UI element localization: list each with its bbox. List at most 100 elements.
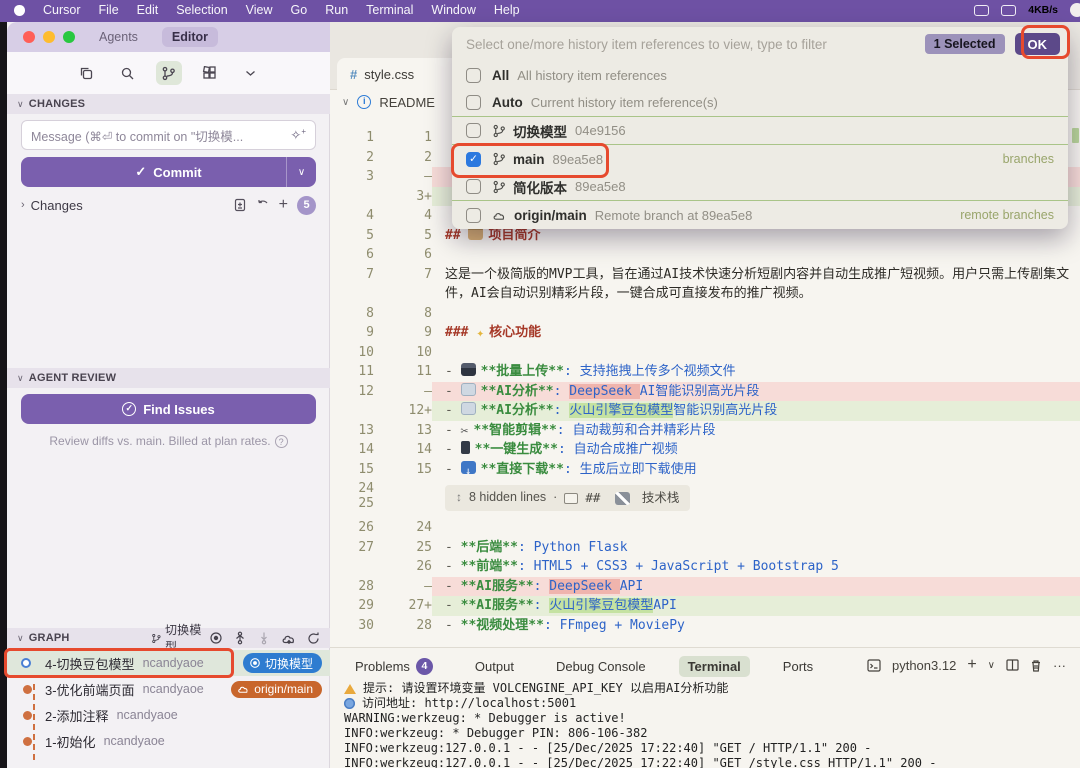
stage-all-icon[interactable]: + <box>279 197 288 213</box>
menubar-item[interactable]: Cursor <box>43 3 81 17</box>
diff-line[interactable]: 26 24 ↕ <box>330 518 1080 538</box>
diff-line[interactable]: 6 6 ↕ <box>330 245 1080 265</box>
item-checkbox[interactable]: ✓ <box>466 68 481 83</box>
quickpick-item[interactable]: ✓ origin/main Remote branch at 89ea5e8 r… <box>452 201 1068 229</box>
new-line-number: 8 <box>374 304 432 324</box>
help-icon[interactable] <box>275 435 288 448</box>
panel-tab[interactable]: Debug Console <box>547 656 655 677</box>
diff-line[interactable]: 27 25 ↕- **后端**: Python Flask <box>330 538 1080 558</box>
diff-line[interactable]: 28 — ↕- **AI服务**: DeepSeek API <box>330 577 1080 597</box>
item-description: 89ea5e8 <box>553 152 604 167</box>
diff-line[interactable]: 13 13 ↕- **智能剪辑**: 自动裁剪和合并精彩片段 <box>330 421 1080 441</box>
quickpick-filter-input[interactable]: Select one/more history item references … <box>466 37 915 52</box>
ok-button[interactable]: OK <box>1015 33 1061 55</box>
source-control-icon[interactable] <box>156 61 182 85</box>
minimize-window-button[interactable] <box>43 31 55 43</box>
item-group-label: branches <box>1003 152 1054 166</box>
diff-line[interactable]: 10 10 ↕ <box>330 343 1080 363</box>
open-changes-icon[interactable] <box>233 198 247 212</box>
shell-label[interactable]: python3.12 <box>892 658 956 673</box>
commit-row[interactable]: 2-添加注释 ncandyaoe <box>7 702 330 728</box>
terminal-output[interactable]: 提示: 请设置环境变量 VOLCENGINE_API_KEY 以启用AI分析功能… <box>344 681 936 768</box>
menubar-item[interactable]: Terminal <box>366 3 413 17</box>
panel-tab[interactable]: Output <box>466 656 523 677</box>
refresh-icon[interactable] <box>307 632 320 645</box>
old-line-number <box>330 401 374 421</box>
hidden-lines-bar[interactable]: ↕8 hidden lines·## 技术栈 <box>445 485 690 511</box>
panel-tab[interactable]: Problems 4 <box>346 655 442 678</box>
menubar-item[interactable]: View <box>246 3 273 17</box>
diff-line[interactable]: 30 28 ↕- **视频处理**: FFmpeg + MoviePy <box>330 616 1080 636</box>
panel-tab[interactable]: Terminal <box>679 656 750 677</box>
graph-section-header[interactable]: ∨GRAPH 切换模型 <box>7 628 330 648</box>
new-terminal-button[interactable]: + <box>967 656 976 674</box>
menubar-item[interactable]: Help <box>494 3 520 17</box>
commit-row[interactable]: 3-优化前端页面 ncandyaoe origin/main <box>7 676 330 702</box>
diff-line[interactable]: 12+ ↕- **AI分析**: 火山引擎豆包模型智能识别高光片段 <box>330 401 1080 421</box>
discard-changes-icon[interactable] <box>256 199 270 212</box>
zoom-window-button[interactable] <box>63 31 75 43</box>
old-line-number: 29 <box>330 596 374 616</box>
menubar-item[interactable]: Window <box>431 3 475 17</box>
menubar-item[interactable]: Selection <box>176 3 227 17</box>
tab-agents[interactable]: Agents <box>89 27 148 47</box>
tab-editor[interactable]: Editor <box>162 27 218 47</box>
item-checkbox[interactable]: ✓ <box>466 208 481 223</box>
changes-tree-row[interactable]: › Changes + 5 <box>21 194 316 216</box>
chevron-down-icon[interactable] <box>238 61 264 85</box>
quickpick-item[interactable]: ✓ All All history item references <box>452 61 1068 89</box>
extensions-icon[interactable] <box>197 61 223 85</box>
ai-generate-message-icon[interactable]: ✧+ <box>290 127 306 143</box>
commit-ref-badge[interactable]: 切换模型 <box>243 653 322 673</box>
diff-line[interactable]: 8 8 ↕ <box>330 304 1080 324</box>
item-checkbox[interactable]: ✓ <box>466 179 481 194</box>
menubar-item[interactable]: File <box>99 3 119 17</box>
diff-line[interactable]: 15 15 ↕- **直接下载**: 生成后立即下载使用 <box>330 460 1080 480</box>
quickpick-item[interactable]: ✓ 简化版本 89ea5e8 <box>452 173 1068 201</box>
commit-row[interactable]: 4-切换豆包模型 ncandyaoe 切换模型 <box>7 650 330 676</box>
target-icon[interactable] <box>209 631 223 645</box>
terminal-line: 访问地址: http://localhost:5001 <box>344 696 936 711</box>
menubar-item[interactable]: Go <box>291 3 308 17</box>
changes-section-header[interactable]: ∨CHANGES <box>7 94 330 114</box>
diff-line[interactable]: 9 9 ↕### 核心功能 <box>330 323 1080 343</box>
commit-row[interactable]: 1-初始化 ncandyaoe <box>7 728 330 754</box>
diff-line[interactable]: 14 14 ↕- **一键生成**: 自动合成推广视频 <box>330 440 1080 460</box>
diff-line[interactable]: 2425 ↕8 hidden lines·## 技术栈 <box>330 479 1080 518</box>
cloud-upload-icon[interactable] <box>281 632 297 645</box>
display-status-icon[interactable] <box>974 5 989 16</box>
agent-review-section-header[interactable]: ∨AGENT REVIEW <box>7 368 330 388</box>
diff-line[interactable]: 26 ↕- **前端**: HTML5 + CSS3 + JavaScript … <box>330 557 1080 577</box>
find-issues-button[interactable]: ✓ Find Issues <box>21 394 316 424</box>
commit-button[interactable]: ✓ Commit ∨ <box>21 157 316 187</box>
quickpick-item[interactable]: ✓ Auto Current history item reference(s) <box>452 89 1068 117</box>
item-checkbox[interactable]: ✓ <box>466 95 481 110</box>
quickpick-item[interactable]: ✓ main 89ea5e8 branches <box>452 145 1068 173</box>
kill-terminal-icon[interactable] <box>1030 659 1042 672</box>
menubar-item[interactable]: Edit <box>137 3 159 17</box>
git-fetch-icon[interactable] <box>257 631 271 645</box>
commit-ref-badge[interactable]: origin/main <box>231 681 322 698</box>
panel-tab[interactable]: Ports <box>774 656 822 677</box>
item-checkbox[interactable]: ✓ <box>466 152 481 167</box>
search-icon[interactable] <box>115 61 141 85</box>
commit-message-input[interactable]: Message (⌘⏎ to commit on "切换模... ✧+ <box>21 120 316 150</box>
item-checkbox[interactable]: ✓ <box>466 123 481 138</box>
battery-status-icon[interactable] <box>1001 5 1016 16</box>
more-actions-icon[interactable]: ··· <box>1053 658 1066 673</box>
diff-line[interactable]: 7 7 ↕这是一个极简版的MVP工具，旨在通过AI技术快速分析短剧内容并自动生成… <box>330 265 1080 304</box>
quickpick-item[interactable]: ✓ 切换模型 04e9156 <box>452 117 1068 145</box>
close-window-button[interactable] <box>23 31 35 43</box>
git-merge-icon[interactable] <box>233 631 247 645</box>
diff-line[interactable]: 11 11 ↕- **批量上传**: 支持拖拽上传多个视频文件 <box>330 362 1080 382</box>
split-terminal-icon[interactable] <box>1006 659 1019 671</box>
diff-line[interactable]: 29 27+ ↕- **AI服务**: 火山引擎豆包模型API <box>330 596 1080 616</box>
menubar-item[interactable]: Run <box>325 3 348 17</box>
copy-icon[interactable] <box>74 61 100 85</box>
diff-line[interactable]: 12 — ↕- **AI分析**: DeepSeek AI智能识别高光片段 <box>330 382 1080 402</box>
commit-dropdown-button[interactable]: ∨ <box>286 157 316 187</box>
tab-style-css[interactable]: # style.css <box>337 58 469 90</box>
old-line-number: 15 <box>330 460 374 480</box>
terminal-dropdown-button[interactable]: ∨ <box>988 660 995 671</box>
menubar-status-circle-icon[interactable] <box>1070 3 1080 17</box>
